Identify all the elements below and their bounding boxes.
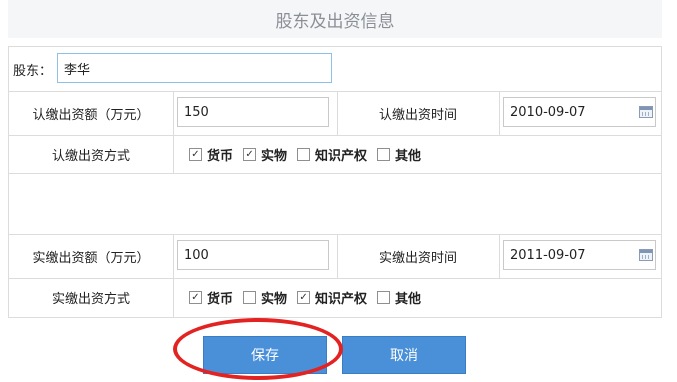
divider <box>173 234 174 278</box>
paid-amount-input[interactable] <box>177 240 329 270</box>
section-title: 股东及出资信息 <box>275 11 395 32</box>
paid-method-options: ✓ 货币 实物 ✓ 知识产权 其他 <box>189 288 431 307</box>
section-title-bar: 股东及出资信息 <box>8 0 662 38</box>
option-label: 实物 <box>261 149 288 164</box>
option-label: 实物 <box>261 292 288 307</box>
checkbox-unchecked[interactable] <box>297 148 311 161</box>
option-label: 知识产权 <box>315 149 368 164</box>
paid-method-option[interactable]: 实物 <box>243 288 287 307</box>
option-label: 货币 <box>207 149 234 164</box>
shareholder-row: 股东： <box>9 47 661 92</box>
paid-method-option[interactable]: ✓ 货币 <box>189 288 233 307</box>
cancel-button[interactable]: 取消 <box>342 336 466 374</box>
subscribed-method-options: ✓ 货币 ✓ 实物 知识产权 其他 <box>189 145 431 164</box>
subscribed-amount-input[interactable] <box>177 97 329 127</box>
option-label: 其他 <box>395 149 422 164</box>
calendar-icon[interactable] <box>639 249 653 261</box>
save-button[interactable]: 保存 <box>203 336 327 374</box>
option-label: 货币 <box>207 292 234 307</box>
paid-amount-row: 实缴出资额（万元） 实缴出资时间 <box>9 234 661 279</box>
empty-row <box>9 173 661 235</box>
checkbox-checked[interactable]: ✓ <box>189 148 202 161</box>
subscribed-time-input[interactable] <box>503 97 656 127</box>
option-label: 其他 <box>395 292 422 307</box>
paid-time-input[interactable] <box>503 240 656 270</box>
paid-method-label: 实缴出资方式 <box>51 292 130 307</box>
calendar-icon[interactable] <box>639 106 653 118</box>
subscribed-method-row: 认缴出资方式 ✓ 货币 ✓ 实物 知识产权 其他 <box>9 135 661 174</box>
subscribed-amount-label: 认缴出资额（万元） <box>32 107 150 123</box>
checkbox-unchecked[interactable] <box>377 148 391 161</box>
subscribed-method-option[interactable]: ✓ 实物 <box>243 145 287 164</box>
paid-method-option[interactable]: 其他 <box>377 288 421 307</box>
checkbox-checked[interactable]: ✓ <box>189 291 202 304</box>
checkbox-unchecked[interactable] <box>243 291 257 304</box>
shareholder-input[interactable] <box>57 53 332 83</box>
subscribed-amount-row: 认缴出资额（万元） 认缴出资时间 <box>9 91 661 136</box>
checkbox-checked[interactable]: ✓ <box>297 291 311 304</box>
paid-method-row: 实缴出资方式 ✓ 货币 实物 ✓ 知识产权 其他 <box>9 278 661 317</box>
checkbox-checked[interactable]: ✓ <box>243 148 257 161</box>
paid-time-label: 实缴出资时间 <box>378 250 457 266</box>
option-label: 知识产权 <box>315 292 368 307</box>
divider <box>499 91 500 135</box>
paid-method-option[interactable]: ✓ 知识产权 <box>297 288 367 307</box>
divider <box>173 135 174 173</box>
paid-amount-label: 实缴出资额（万元） <box>32 250 150 266</box>
subscribed-method-option[interactable]: 知识产权 <box>297 145 367 164</box>
divider <box>173 278 174 317</box>
subscribed-time-label: 认缴出资时间 <box>378 107 457 123</box>
divider <box>499 234 500 278</box>
divider <box>173 91 174 135</box>
shareholder-label: 股东： <box>13 63 53 79</box>
subscribed-method-option[interactable]: ✓ 货币 <box>189 145 233 164</box>
checkbox-unchecked[interactable] <box>377 291 391 304</box>
subscribed-method-label: 认缴出资方式 <box>51 148 130 164</box>
subscribed-method-option[interactable]: 其他 <box>377 145 421 164</box>
shareholder-form: 股东： 认缴出资额（万元） 认缴出资时间 认缴出资方式 ✓ 货币 ✓ 实物 知 <box>8 46 662 318</box>
